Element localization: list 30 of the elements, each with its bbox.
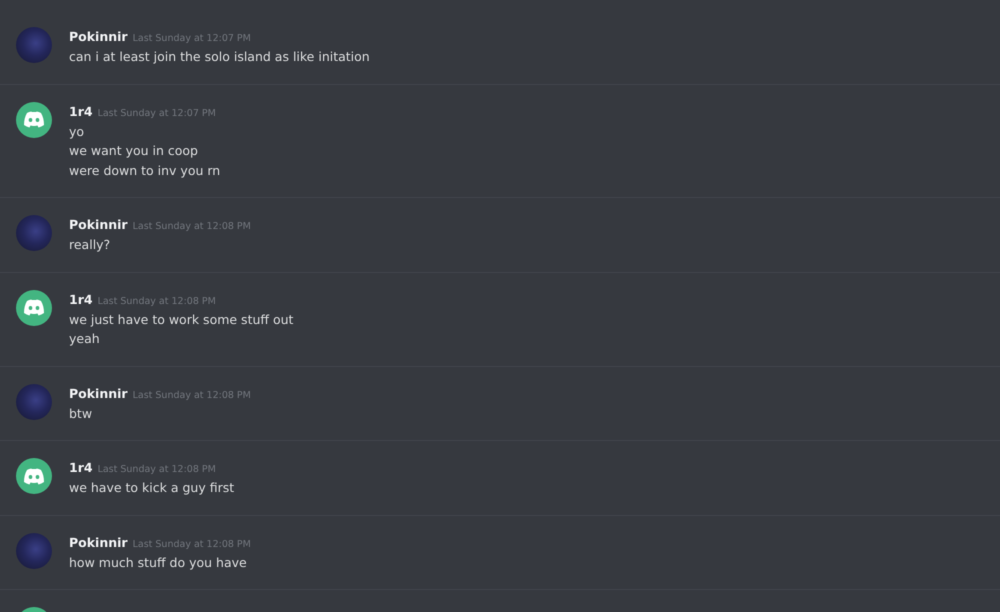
message-text: how much stuff do you have (69, 554, 248, 572)
author-name[interactable]: 1r4 (69, 102, 93, 122)
message-text: were down to inv you rn (69, 162, 220, 180)
avatar[interactable] (16, 458, 52, 494)
message-text: btw (69, 404, 94, 422)
message-text: yeah (69, 330, 101, 348)
message-text: yo (69, 122, 86, 141)
message-timestamp: Last Sunday at 12:08 PM (132, 538, 251, 552)
avatar[interactable] (16, 102, 52, 138)
game-controller-face-icon (23, 468, 45, 484)
author-name[interactable]: 1r4 (69, 290, 93, 310)
author-name[interactable]: Pokinnir (69, 532, 128, 552)
author-name[interactable]: Pokinnir (69, 215, 128, 235)
game-controller-face-icon (23, 299, 45, 316)
message-timestamp: Last Sunday at 12:08 PM (132, 220, 251, 234)
author-name[interactable]: Pokinnir (69, 27, 128, 47)
message-text: really? (69, 236, 112, 254)
message-timestamp: Last Sunday at 12:07 PM (132, 32, 251, 46)
message-timestamp: Last Sunday at 12:08 PM (98, 294, 216, 308)
message-text: we have to kick a guy first (69, 479, 234, 497)
message-timestamp: Last Sunday at 12:07 PM (98, 106, 216, 120)
message-text: we want you in coop (69, 142, 199, 160)
game-controller-face-icon (23, 111, 45, 128)
message-timestamp: Last Sunday at 12:08 PM (98, 463, 216, 477)
message-text: we just have to work some stuff out (69, 310, 294, 329)
author-name[interactable]: 1r4 (69, 458, 93, 478)
author-name[interactable]: Pokinnir (69, 384, 128, 404)
message-text: can i at least join the solo island as like initation (69, 48, 370, 66)
message-timestamp: Last Sunday at 12:08 PM (132, 388, 251, 402)
avatar[interactable] (16, 290, 52, 326)
